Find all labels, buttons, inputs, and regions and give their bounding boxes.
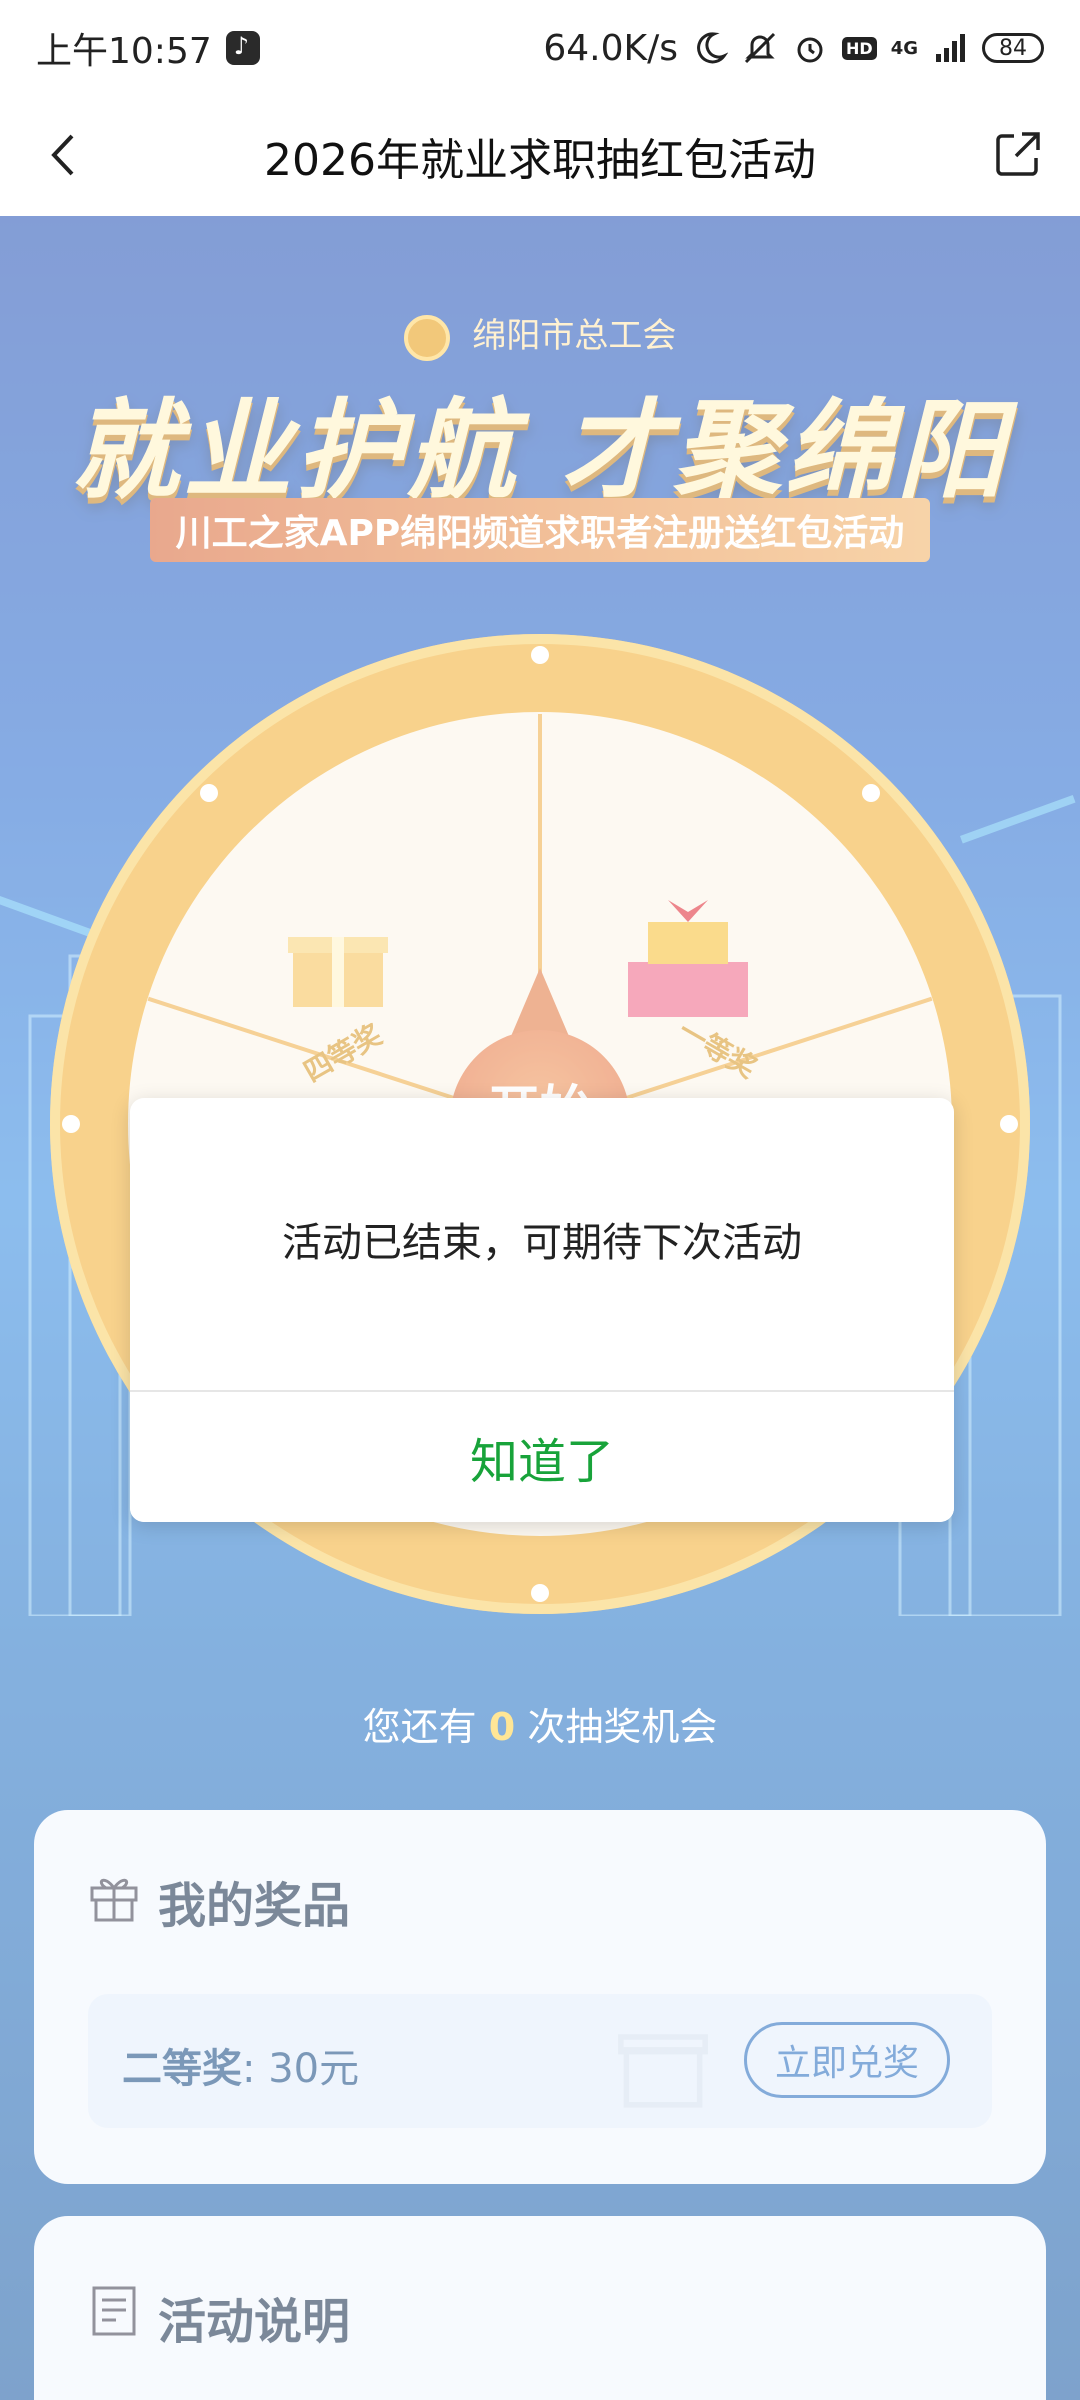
net-speed: 64.0K/s bbox=[543, 27, 679, 69]
signal-icon bbox=[936, 34, 965, 62]
alarm-icon bbox=[797, 37, 823, 63]
dialog-confirm-button[interactable]: 知道了 bbox=[130, 1392, 954, 1522]
back-arrow-icon[interactable] bbox=[40, 130, 90, 180]
dialog-message: 活动已结束，可期待下次活动 bbox=[282, 1220, 802, 1266]
nav-bar: 2026年就业求职抽红包活动 bbox=[0, 96, 1080, 216]
mute-vibrate-icon bbox=[744, 32, 776, 64]
battery-icon: 84 bbox=[982, 33, 1044, 63]
status-time: 上午10:57 bbox=[36, 31, 212, 72]
moon-icon bbox=[697, 32, 729, 64]
hd-icon: HD bbox=[842, 36, 877, 60]
page-title: 2026年就业求职抽红包活动 bbox=[264, 135, 816, 186]
network-type: 4G bbox=[890, 37, 918, 59]
tiktok-notification-icon bbox=[225, 31, 260, 65]
activity-ended-dialog: 活动已结束，可期待下次活动 知道了 bbox=[130, 1098, 954, 1522]
status-bar: 上午10:57 64.0K/s HD 4G 84 bbox=[0, 0, 1080, 96]
battery-level: 84 bbox=[999, 35, 1027, 61]
share-icon[interactable] bbox=[992, 128, 1044, 180]
